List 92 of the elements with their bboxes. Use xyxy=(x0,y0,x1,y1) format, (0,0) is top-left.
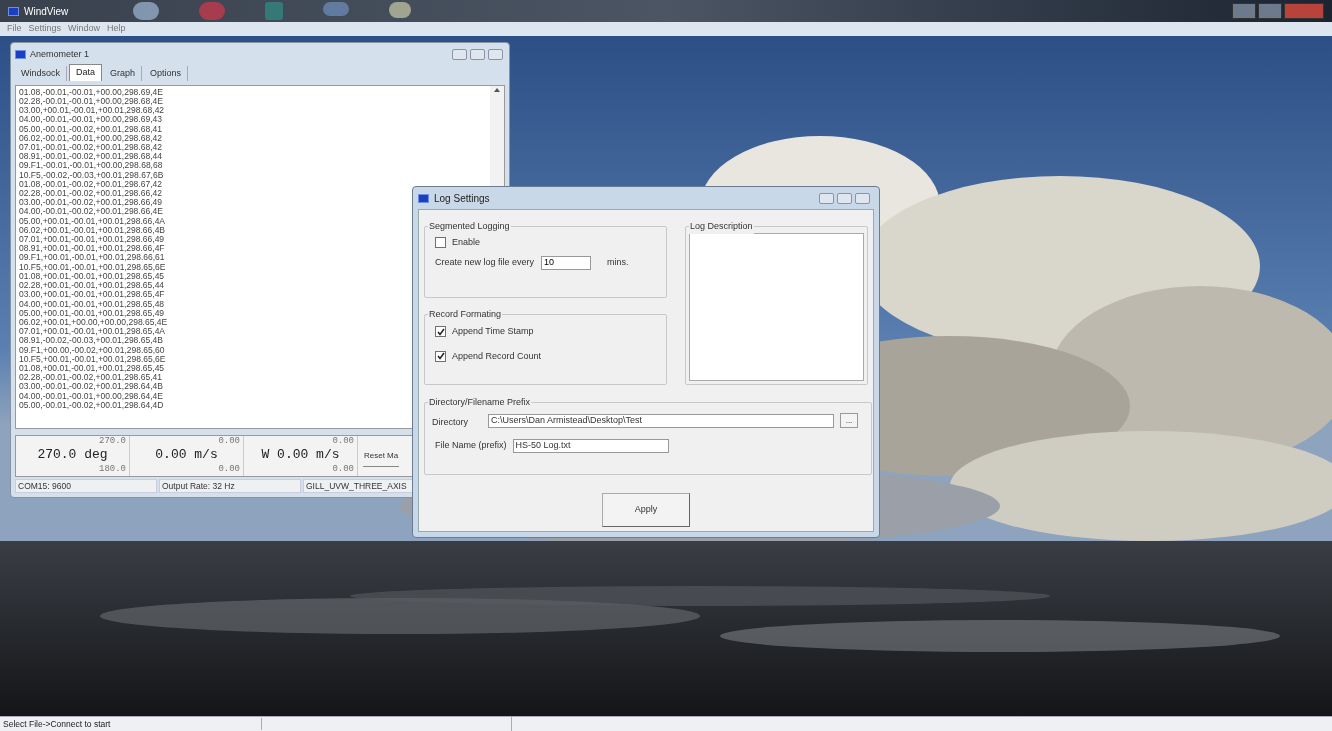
unit-label: mins. xyxy=(607,255,629,269)
data-line: 06.02,+00.01,+00.00,+00.00,298.65,4E xyxy=(19,317,168,328)
data-line: 08.91,-00.01,-00.02,+00.01,298.68,44 xyxy=(19,152,162,162)
data-line: 04.00,+00.01,-00.01,+00.01,298.65,48 xyxy=(19,299,165,309)
readout-value: 0.00 m/s xyxy=(155,446,218,465)
tab[interactable]: Options xyxy=(144,65,189,81)
data-line: 01.08,-00.01,-00.01,+00.00,298.69,4E xyxy=(19,87,163,98)
menu-item[interactable]: Window xyxy=(68,22,101,36)
dialog-title: Log Settings xyxy=(434,191,490,206)
data-line: 10.F5,+00.01,-00.01,+00.01,298.65,6E xyxy=(19,354,166,364)
maximize-button[interactable] xyxy=(470,49,485,61)
data-line: 01.08,-00.01,-00.02,+00.01,298.67,42 xyxy=(19,179,162,190)
menu-item[interactable]: File xyxy=(7,22,22,36)
data-line: 05.00,+00.01,-00.01,+00.01,298.66,4A xyxy=(19,216,166,226)
data-line: 01.08,+00.01,-00.01,+00.01,298.65,45 xyxy=(19,271,165,282)
browse-button[interactable]: ... xyxy=(840,413,858,429)
data-line: 07.01,-00.01,-00.02,+00.01,298.68,42 xyxy=(19,143,162,153)
data-line: 04.00,-00.01,-00.01,+00.00,298.64,4E xyxy=(19,391,163,401)
readout-min: 0.00 xyxy=(332,464,354,475)
file-name-label: File Name (prefix) xyxy=(435,438,507,452)
minimize-button[interactable] xyxy=(819,192,834,204)
data-line: 05.00,-00.01,-00.02,+00.01,298.68,41 xyxy=(19,124,162,134)
scroll-up-icon[interactable] xyxy=(494,87,500,92)
checkbox[interactable] xyxy=(435,350,446,362)
data-line: 03.00,-00.01,-00.02,+00.01,298.66,49 xyxy=(19,198,162,208)
data-line: 04.00,-00.01,-00.02,+00.01,298.66,4E xyxy=(19,207,163,217)
interval-label: Create new log file every xyxy=(435,255,536,269)
readout-max: 0.00 xyxy=(218,436,240,447)
group-title: Segmented Logging xyxy=(428,220,511,234)
readout-max: 270.0 xyxy=(99,436,126,447)
minimize-button[interactable] xyxy=(1232,3,1256,19)
menu-item[interactable]: Help xyxy=(107,22,126,36)
checkbox-label: Append Record Count xyxy=(452,349,542,363)
app-logo-icon xyxy=(418,193,429,203)
data-line: 08.91,-00.02,-00.03,+00.01,298.65,4B xyxy=(19,336,163,346)
app-logo-icon xyxy=(8,6,19,16)
data-line: 09.F1,+00.01,-00.01,+00.01,298.66,61 xyxy=(19,253,165,263)
readout-value: 270.0 deg xyxy=(37,446,108,465)
data-line: 02.28,+00.01,-00.01,+00.01,298.65,44 xyxy=(19,281,165,291)
readout-max: 0.00 xyxy=(332,436,354,447)
maximize-button[interactable] xyxy=(837,192,852,204)
apply-button[interactable]: Apply xyxy=(602,493,690,527)
checkbox[interactable] xyxy=(435,237,446,249)
close-button[interactable] xyxy=(855,192,870,204)
data-line: 07.01,+00.01,-00.01,+00.01,298.66,49 xyxy=(19,235,165,245)
data-line: 07.01,+00.01,-00.01,+00.01,298.65,4A xyxy=(19,327,166,337)
readout-min: 0.00 xyxy=(218,464,240,475)
data-line: 04.00,-00.01,-00.01,+00.00,298.69,43 xyxy=(19,115,162,125)
data-line: 02.28,-00.01,-00.01,+00.00,298.68,4E xyxy=(19,97,163,107)
window-title: WindView xyxy=(24,4,69,19)
data-line: 10.F5,+00.01,-00.01,+00.01,298.65,6E xyxy=(19,262,166,272)
readout-min: 180.0 xyxy=(99,464,126,475)
data-line: 03.00,+00.01,-00.01,+00.01,298.65,4F xyxy=(19,290,165,300)
data-line: 09.F1,+00.00,-00.02,+00.01,298.65,60 xyxy=(19,345,165,355)
close-button[interactable] xyxy=(1284,3,1324,19)
data-line: 05.00,-00.01,-00.02,+00.01,298.64,4D xyxy=(19,400,164,410)
data-line: 02.28,-00.01,-00.02,+00.01,298.65,41 xyxy=(19,373,162,383)
data-line: 03.00,+00.01,-00.01,+00.01,298.68,42 xyxy=(19,106,165,116)
group-title: Directory/Filename Prefix xyxy=(428,396,532,410)
data-line: 05.00,+00.01,-00.01,+00.01,298.65,49 xyxy=(19,308,165,318)
check-icon xyxy=(436,327,445,336)
directory-label: Directory xyxy=(432,416,469,429)
group-title: Record Formating xyxy=(428,308,503,322)
status-field: Output Rate: 32 Hz xyxy=(159,479,301,493)
window-title: Anemometer 1 xyxy=(30,48,90,62)
data-line: 06.02,+00.01,-00.01,+00.01,298.66,4B xyxy=(19,225,166,236)
file-name-field[interactable]: HS-50 Log.txt xyxy=(512,438,669,453)
status-text: Select File->Connect to start xyxy=(0,717,262,731)
check-icon xyxy=(436,352,445,361)
data-line: 09.F1,-00.01,-00.01,+00.00,298.68,68 xyxy=(19,161,163,171)
interval-field[interactable]: 10 xyxy=(541,255,591,270)
directory-field[interactable]: C:\Users\Dan Armistead\Desktop\Test xyxy=(488,413,834,428)
group-title: Log Description xyxy=(689,220,754,234)
close-button[interactable] xyxy=(488,49,503,61)
status-field: COM15: 9600 xyxy=(15,479,157,493)
data-line: 02.28,-00.01,-00.02,+00.01,298.66,42 xyxy=(19,189,162,199)
data-line: 10.F5,-00.02,-00.03,+00.01,298.67,6B xyxy=(19,170,164,180)
minimize-button[interactable] xyxy=(452,49,467,61)
checkbox-label: Append Time Stamp xyxy=(452,325,534,338)
checkbox[interactable] xyxy=(435,326,446,338)
checkbox-label: Enable xyxy=(452,236,481,249)
data-line: 06.02,-00.01,-00.01,+00.00,298.68,42 xyxy=(19,133,162,144)
data-line: 01.08,+00.01,-00.01,+00.01,298.65,45 xyxy=(19,363,165,374)
tab[interactable]: Data xyxy=(69,63,103,81)
readout-value: W 0.00 m/s xyxy=(261,446,340,465)
data-line: 03.00,-00.01,-00.02,+00.01,298.64,4B xyxy=(19,382,163,392)
tab[interactable]: Graph xyxy=(104,65,143,81)
data-line: 08.91,+00.01,-00.01,+00.01,298.66,4F xyxy=(19,244,165,254)
menu-item[interactable]: Settings xyxy=(28,22,62,36)
maximize-button[interactable] xyxy=(1258,3,1282,19)
tab[interactable]: Windsock xyxy=(15,65,67,81)
app-logo-icon xyxy=(15,50,26,60)
